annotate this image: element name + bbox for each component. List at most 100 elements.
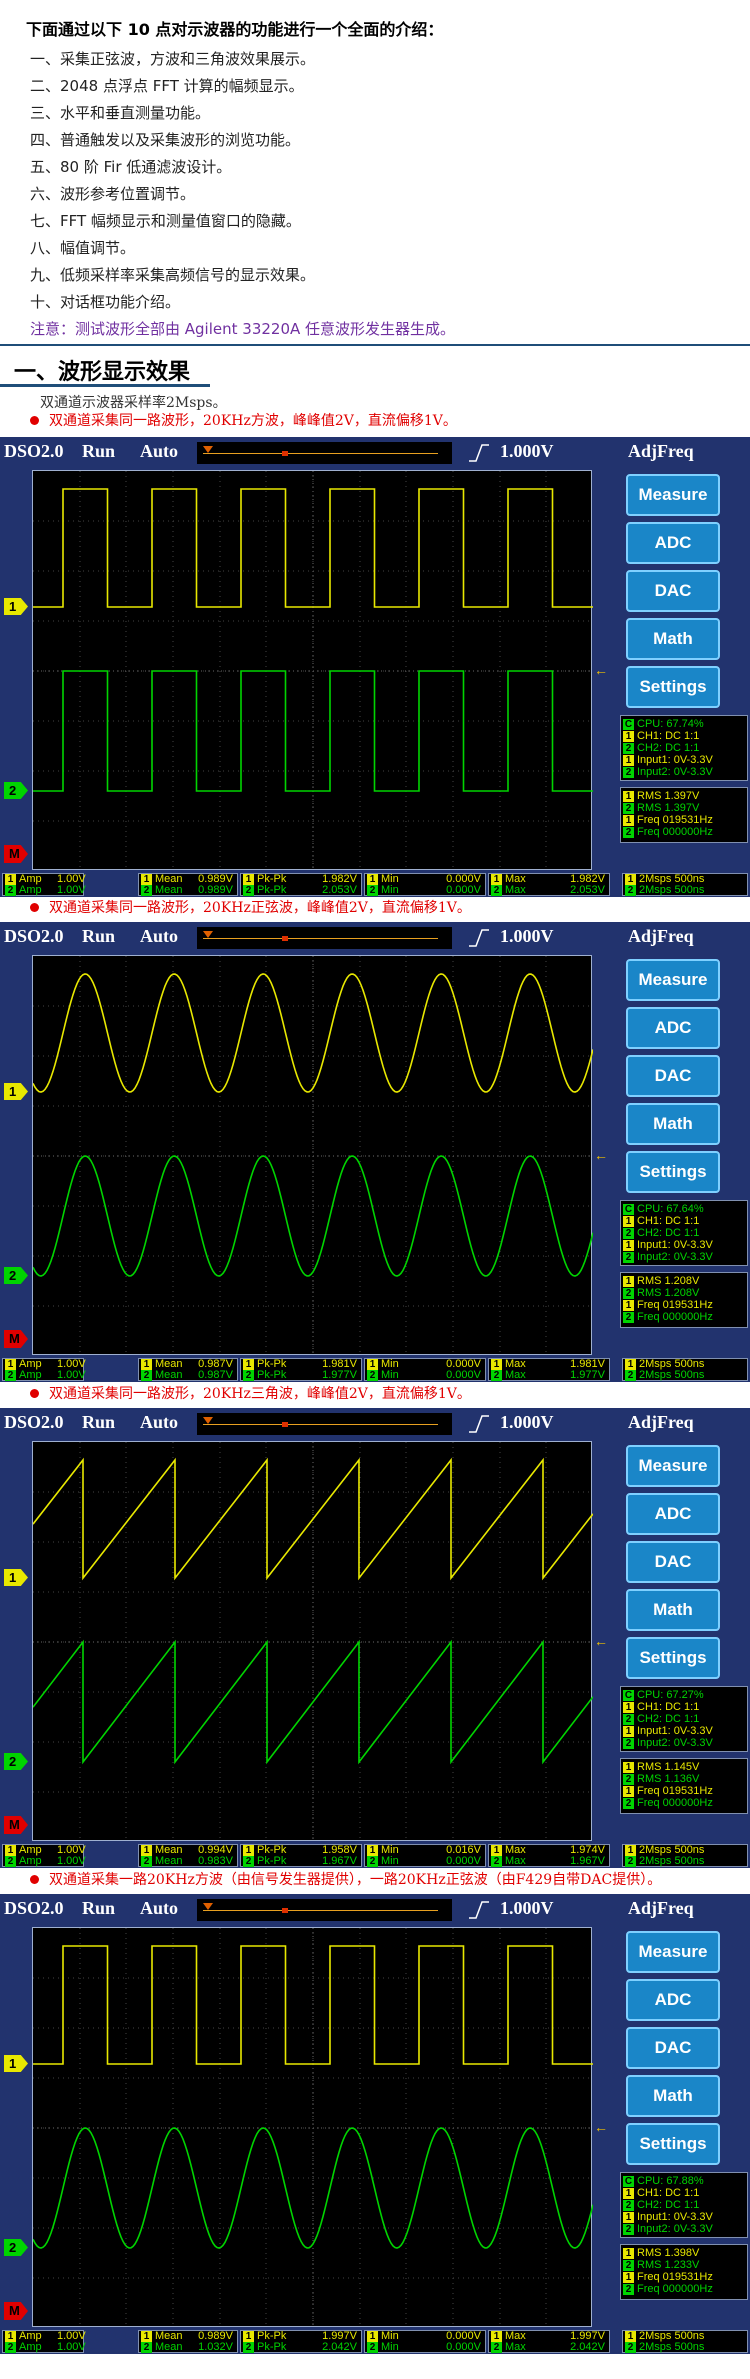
adc-button[interactable]: ADC: [626, 1007, 720, 1049]
settings-button[interactable]: Settings: [626, 1151, 720, 1193]
cpu-usage: CPU: 67.74%: [637, 718, 704, 730]
math-marker[interactable]: M: [4, 2302, 28, 2320]
math-marker[interactable]: M: [4, 845, 28, 863]
channel-2-marker[interactable]: 2: [4, 1267, 28, 1284]
adjfreq-label[interactable]: AdjFreq: [628, 441, 694, 462]
waveform-position-indicator[interactable]: [197, 442, 452, 464]
measure-value: 0.987V: [198, 1369, 233, 1381]
adc-button[interactable]: ADC: [626, 522, 720, 564]
waveform-screen[interactable]: [32, 955, 593, 1356]
run-button[interactable]: Run: [82, 926, 115, 947]
settings-button[interactable]: Settings: [626, 1637, 720, 1679]
waveform-screen[interactable]: [32, 1927, 593, 2328]
bullet-icon: [30, 416, 39, 425]
channel-2-tag: 2: [623, 802, 634, 814]
settings-button[interactable]: Settings: [626, 2123, 720, 2165]
waveform-screen[interactable]: [32, 1441, 593, 1842]
auto-trigger-button[interactable]: Auto: [140, 1898, 178, 1919]
dac-button[interactable]: DAC: [626, 570, 720, 612]
input2-range: Input2: 0V-3.3V: [637, 1251, 713, 1263]
channel-1-marker[interactable]: 1: [4, 1569, 28, 1586]
trigger-level-arrow-icon[interactable]: ←: [594, 1148, 608, 1162]
freq-value: Freq 019531Hz: [637, 814, 713, 826]
channel-2-tag: 2: [5, 1856, 16, 1867]
adjfreq-label[interactable]: AdjFreq: [628, 926, 694, 947]
rising-edge-icon[interactable]: [468, 1900, 490, 1920]
rising-edge-icon[interactable]: [468, 928, 490, 948]
channel-1-tag: 1: [623, 814, 634, 826]
trigger-level[interactable]: 1.000V: [500, 441, 554, 462]
dac-button[interactable]: DAC: [626, 1055, 720, 1097]
trigger-level-arrow-icon[interactable]: ←: [594, 2120, 608, 2134]
dac-button[interactable]: DAC: [626, 1541, 720, 1583]
trigger-level[interactable]: 1.000V: [500, 926, 554, 947]
channel-2-tag: 2: [243, 2342, 254, 2353]
math-button[interactable]: Math: [626, 2075, 720, 2117]
adjfreq-label[interactable]: AdjFreq: [628, 1898, 694, 1919]
waveform-position-indicator[interactable]: [197, 1899, 452, 1921]
measure-button[interactable]: Measure: [626, 1931, 720, 1973]
auto-trigger-button[interactable]: Auto: [140, 1412, 178, 1433]
channel-1-marker[interactable]: 1: [4, 598, 28, 615]
sample-rate: 2Msps 500ns: [639, 1855, 705, 1867]
channel-1-tag: 1: [141, 1359, 152, 1370]
math-button[interactable]: Math: [626, 1589, 720, 1631]
math-marker[interactable]: M: [4, 1330, 28, 1348]
measure-label: Amp: [19, 2341, 42, 2353]
dac-button[interactable]: DAC: [626, 2027, 720, 2069]
math-button[interactable]: Math: [626, 618, 720, 660]
channel-1-tag: 1: [367, 1359, 378, 1370]
input1-range: Input1: 0V-3.3V: [637, 1725, 713, 1737]
min-box: 1 Min 0.000V 2 Min 0.000V: [364, 873, 486, 896]
sample-rate-box: 1 2Msps 500ns 2 2Msps 500ns: [622, 1844, 748, 1867]
channel-2-marker[interactable]: 2: [4, 1753, 28, 1770]
waveform-position-indicator[interactable]: [197, 1413, 452, 1435]
run-button[interactable]: Run: [82, 1898, 115, 1919]
run-button[interactable]: Run: [82, 441, 115, 462]
measure-value: 2.042V: [322, 2341, 357, 2353]
channel-2-tag: 2: [5, 1370, 16, 1381]
channel-2-tag: 2: [5, 885, 16, 896]
position-arrow-icon: [203, 931, 213, 938]
measure-button[interactable]: Measure: [626, 474, 720, 516]
math-marker[interactable]: M: [4, 1816, 28, 1834]
channel-1-marker[interactable]: 1: [4, 1083, 28, 1100]
trigger-level[interactable]: 1.000V: [500, 1412, 554, 1433]
channel-2-marker[interactable]: 2: [4, 2239, 28, 2256]
adc-button[interactable]: ADC: [626, 1979, 720, 2021]
cpu-tag: C: [623, 2175, 634, 2187]
waveform-screen[interactable]: [32, 470, 593, 871]
trigger-level-arrow-icon[interactable]: ←: [594, 663, 608, 677]
measure-value: 0.000V: [446, 884, 481, 896]
waveform-plot: [33, 471, 593, 871]
trigger-level[interactable]: 1.000V: [500, 1898, 554, 1919]
channel-1-marker[interactable]: 1: [4, 2055, 28, 2072]
scope-caption: 双通道采集同一路波形，20KHz三角波，峰峰值2V，直流偏移1V。: [30, 1383, 471, 1405]
measure-value: 0.000V: [446, 1369, 481, 1381]
math-button[interactable]: Math: [626, 1103, 720, 1145]
toolbar: DSO2.0 Run Auto 1.000V AdjFreq: [0, 922, 750, 954]
channel-2-tag: 2: [141, 1370, 152, 1381]
measure-value: 0.989V: [198, 884, 233, 896]
intro-item: 八、幅值调节。: [30, 239, 136, 257]
status-panel: C CPU: 67.27% 1 CH1: DC 1:1 2 CH2: DC 1:1 1…: [620, 1686, 748, 1752]
auto-trigger-button[interactable]: Auto: [140, 926, 178, 947]
channel-2-tag: 2: [623, 2199, 634, 2211]
trigger-level-arrow-icon[interactable]: ←: [594, 1634, 608, 1648]
channel-2-marker[interactable]: 2: [4, 782, 28, 799]
input1-range: Input1: 0V-3.3V: [637, 2211, 713, 2223]
adc-button[interactable]: ADC: [626, 1493, 720, 1535]
settings-button[interactable]: Settings: [626, 666, 720, 708]
rising-edge-icon[interactable]: [468, 1414, 490, 1434]
measure-button[interactable]: Measure: [626, 959, 720, 1001]
rising-edge-icon[interactable]: [468, 443, 490, 463]
ch2-coupling: CH2: DC 1:1: [637, 2199, 700, 2211]
run-button[interactable]: Run: [82, 1412, 115, 1433]
rms-freq-panel: 1 RMS 1.397V 2 RMS 1.397V 1 Freq 019531Hz 2…: [620, 787, 748, 843]
waveform-plot: [33, 1442, 593, 1842]
waveform-position-indicator[interactable]: [197, 927, 452, 949]
auto-trigger-button[interactable]: Auto: [140, 441, 178, 462]
adjfreq-label[interactable]: AdjFreq: [628, 1412, 694, 1433]
measure-button[interactable]: Measure: [626, 1445, 720, 1487]
cpu-tag: C: [623, 1203, 634, 1215]
